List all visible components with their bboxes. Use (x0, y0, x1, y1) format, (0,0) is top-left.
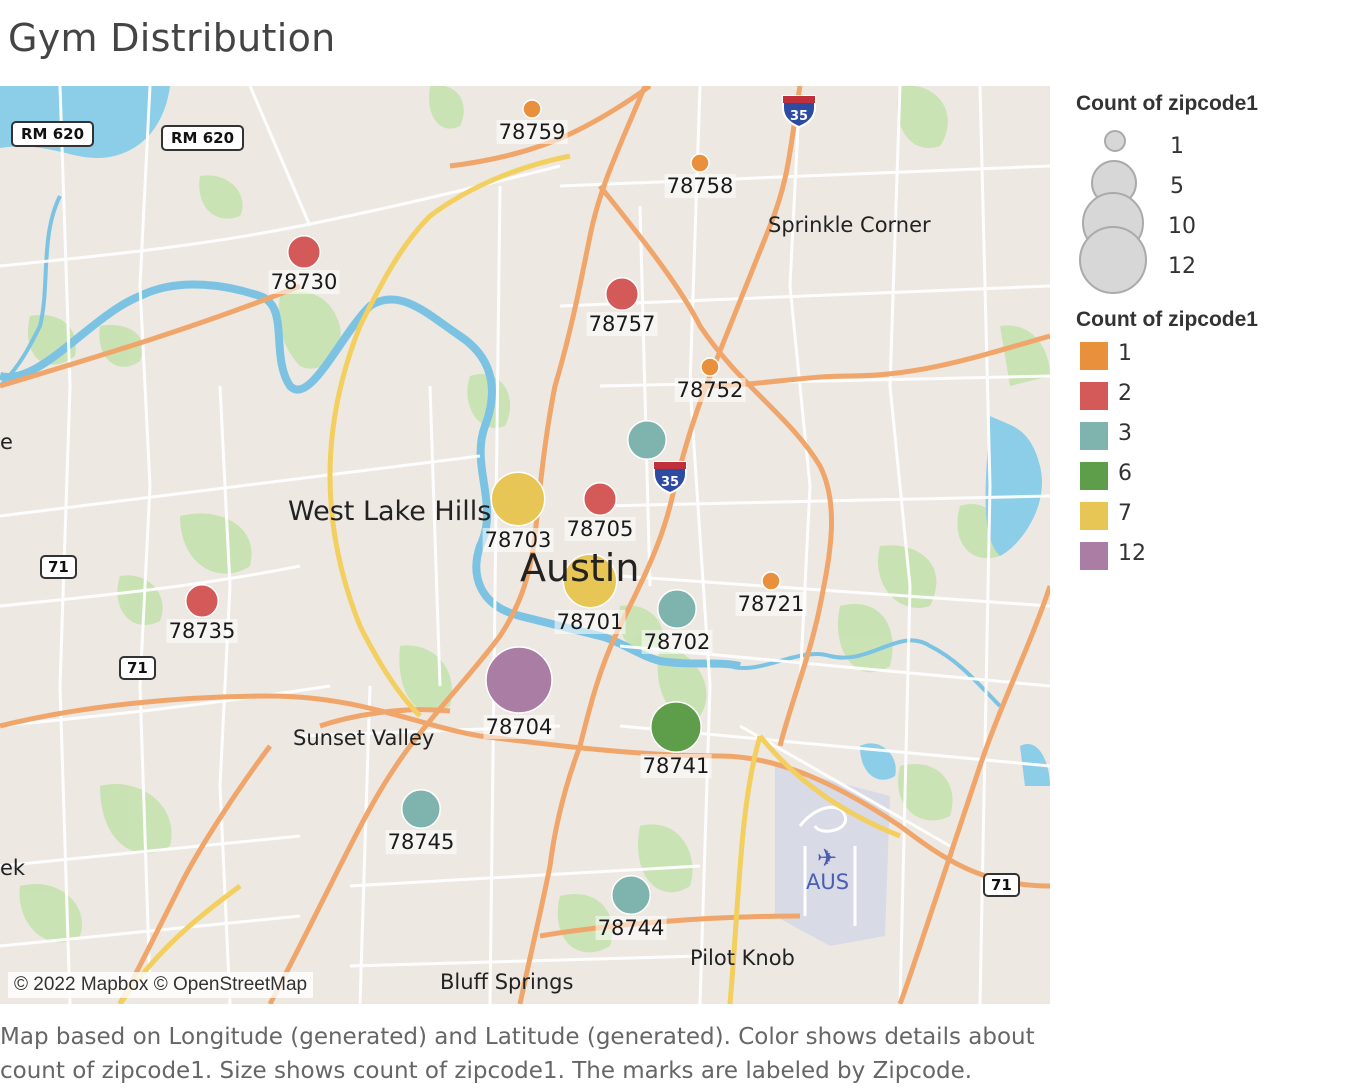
zipcode-label-78744: 78744 (595, 916, 667, 941)
zipcode-mark-78735[interactable] (185, 584, 219, 618)
zipcode-label-78757: 78757 (586, 312, 658, 337)
zipcode-label-78741: 78741 (640, 754, 712, 779)
color-legend-swatch (1080, 342, 1108, 370)
zipcode-label-78730: 78730 (268, 270, 340, 295)
color-legend-label: 3 (1118, 421, 1132, 446)
zipcode-label-78721: 78721 (735, 592, 807, 616)
color-legend-label: 12 (1118, 541, 1146, 566)
color-legend-swatch (1080, 462, 1108, 490)
zipcode-mark-78745[interactable] (401, 789, 441, 829)
zipcode-label-78735: 78735 (166, 619, 238, 644)
map-view[interactable]: West Lake Hills Austin Sprinkle Corner S… (0, 86, 1050, 1004)
road-shield-rm620: RM 620 (11, 121, 95, 147)
map-attribution[interactable]: © 2022 Mapbox © OpenStreetMap (8, 972, 314, 998)
color-legend-label: 2 (1118, 381, 1132, 406)
place-label-west-lake-hills: West Lake Hills (288, 496, 492, 527)
size-legend-label: 12 (1168, 254, 1196, 279)
color-legend-label: 6 (1118, 461, 1132, 486)
color-legend: Count of zipcode1 1 2 3 6 7 12 (1076, 308, 1258, 576)
place-label-sunset-valley: Sunset Valley (293, 726, 435, 750)
place-label-airport: AUS (806, 870, 850, 894)
zipcode-mark-78721[interactable] (761, 571, 781, 591)
place-label-austin: Austin (520, 546, 640, 590)
zipcode-label-78702: 78702 (641, 630, 713, 655)
zipcode-mark-78752[interactable] (700, 357, 720, 377)
size-legend-label: 1 (1170, 134, 1184, 159)
zipcode-mark-78704[interactable] (485, 646, 553, 714)
zipcode-mark-78751[interactable] (627, 420, 667, 460)
place-label-ek: ek (0, 856, 26, 880)
color-legend-title: Count of zipcode1 (1076, 308, 1258, 331)
zipcode-mark-78758[interactable] (690, 153, 710, 173)
zipcode-label-78752: 78752 (674, 378, 746, 402)
color-legend-swatch (1080, 422, 1108, 450)
road-shield-rm620: RM 620 (161, 125, 245, 151)
color-legend-item[interactable]: 2 (1076, 376, 1258, 416)
size-legend-item: 1 (1076, 126, 1258, 166)
color-legend-item[interactable]: 3 (1076, 416, 1258, 456)
color-legend-swatch (1080, 502, 1108, 530)
size-legend-label: 5 (1170, 174, 1184, 199)
zipcode-mark-78744[interactable] (611, 875, 651, 915)
size-legend-item: 12 (1076, 226, 1258, 294)
color-legend-swatch (1080, 542, 1108, 570)
place-label-e: e (0, 430, 13, 454)
zipcode-mark-78757[interactable] (605, 277, 639, 311)
interstate-shield-icon: 35 (781, 94, 817, 128)
color-legend-swatch (1080, 382, 1108, 410)
zipcode-mark-78702[interactable] (657, 589, 697, 629)
zipcode-mark-78703[interactable] (490, 471, 546, 527)
zipcode-label-78759: 78759 (496, 120, 568, 144)
svg-text:35: 35 (661, 475, 679, 490)
size-legend-circle (1104, 130, 1126, 152)
chart-title: Gym Distribution (8, 16, 336, 60)
place-label-pilot-knob: Pilot Knob (690, 946, 795, 970)
svg-text:35: 35 (790, 109, 808, 124)
chart-caption: Map based on Longitude (generated) and L… (0, 1024, 1035, 1084)
place-label-bluff-springs: Bluff Springs (440, 970, 574, 994)
size-legend-circle (1079, 226, 1147, 294)
road-shield-71: 71 (983, 873, 1020, 897)
size-legend-label: 10 (1168, 214, 1196, 239)
zipcode-mark-78759[interactable] (522, 99, 542, 119)
color-legend-label: 7 (1118, 501, 1132, 526)
color-legend-item[interactable]: 7 (1076, 496, 1258, 536)
interstate-shield-icon: 35 (652, 460, 688, 494)
road-shield-71: 71 (40, 555, 77, 579)
color-legend-item[interactable]: 12 (1076, 536, 1258, 576)
zipcode-label-78745: 78745 (385, 830, 457, 855)
zipcode-mark-78705[interactable] (583, 482, 617, 516)
color-legend-item[interactable]: 6 (1076, 456, 1258, 496)
airport-icon: ✈ (817, 844, 838, 872)
color-legend-item[interactable]: 1 (1076, 336, 1258, 376)
zipcode-label-78704: 78704 (483, 715, 555, 739)
zipcode-label-78705: 78705 (564, 517, 636, 542)
color-legend-label: 1 (1118, 341, 1132, 366)
size-legend: Count of zipcode1 1 5 10 12 (1076, 92, 1258, 294)
road-shield-71: 71 (119, 656, 156, 680)
zipcode-label-78703: 78703 (482, 527, 554, 552)
zipcode-label-78701: 78701 (554, 609, 626, 634)
zipcode-mark-78741[interactable] (650, 701, 702, 753)
zipcode-mark-78730[interactable] (287, 235, 321, 269)
size-legend-title: Count of zipcode1 (1076, 92, 1258, 115)
place-label-sprinkle-corner: Sprinkle Corner (768, 213, 931, 237)
zipcode-label-78758: 78758 (664, 174, 736, 198)
